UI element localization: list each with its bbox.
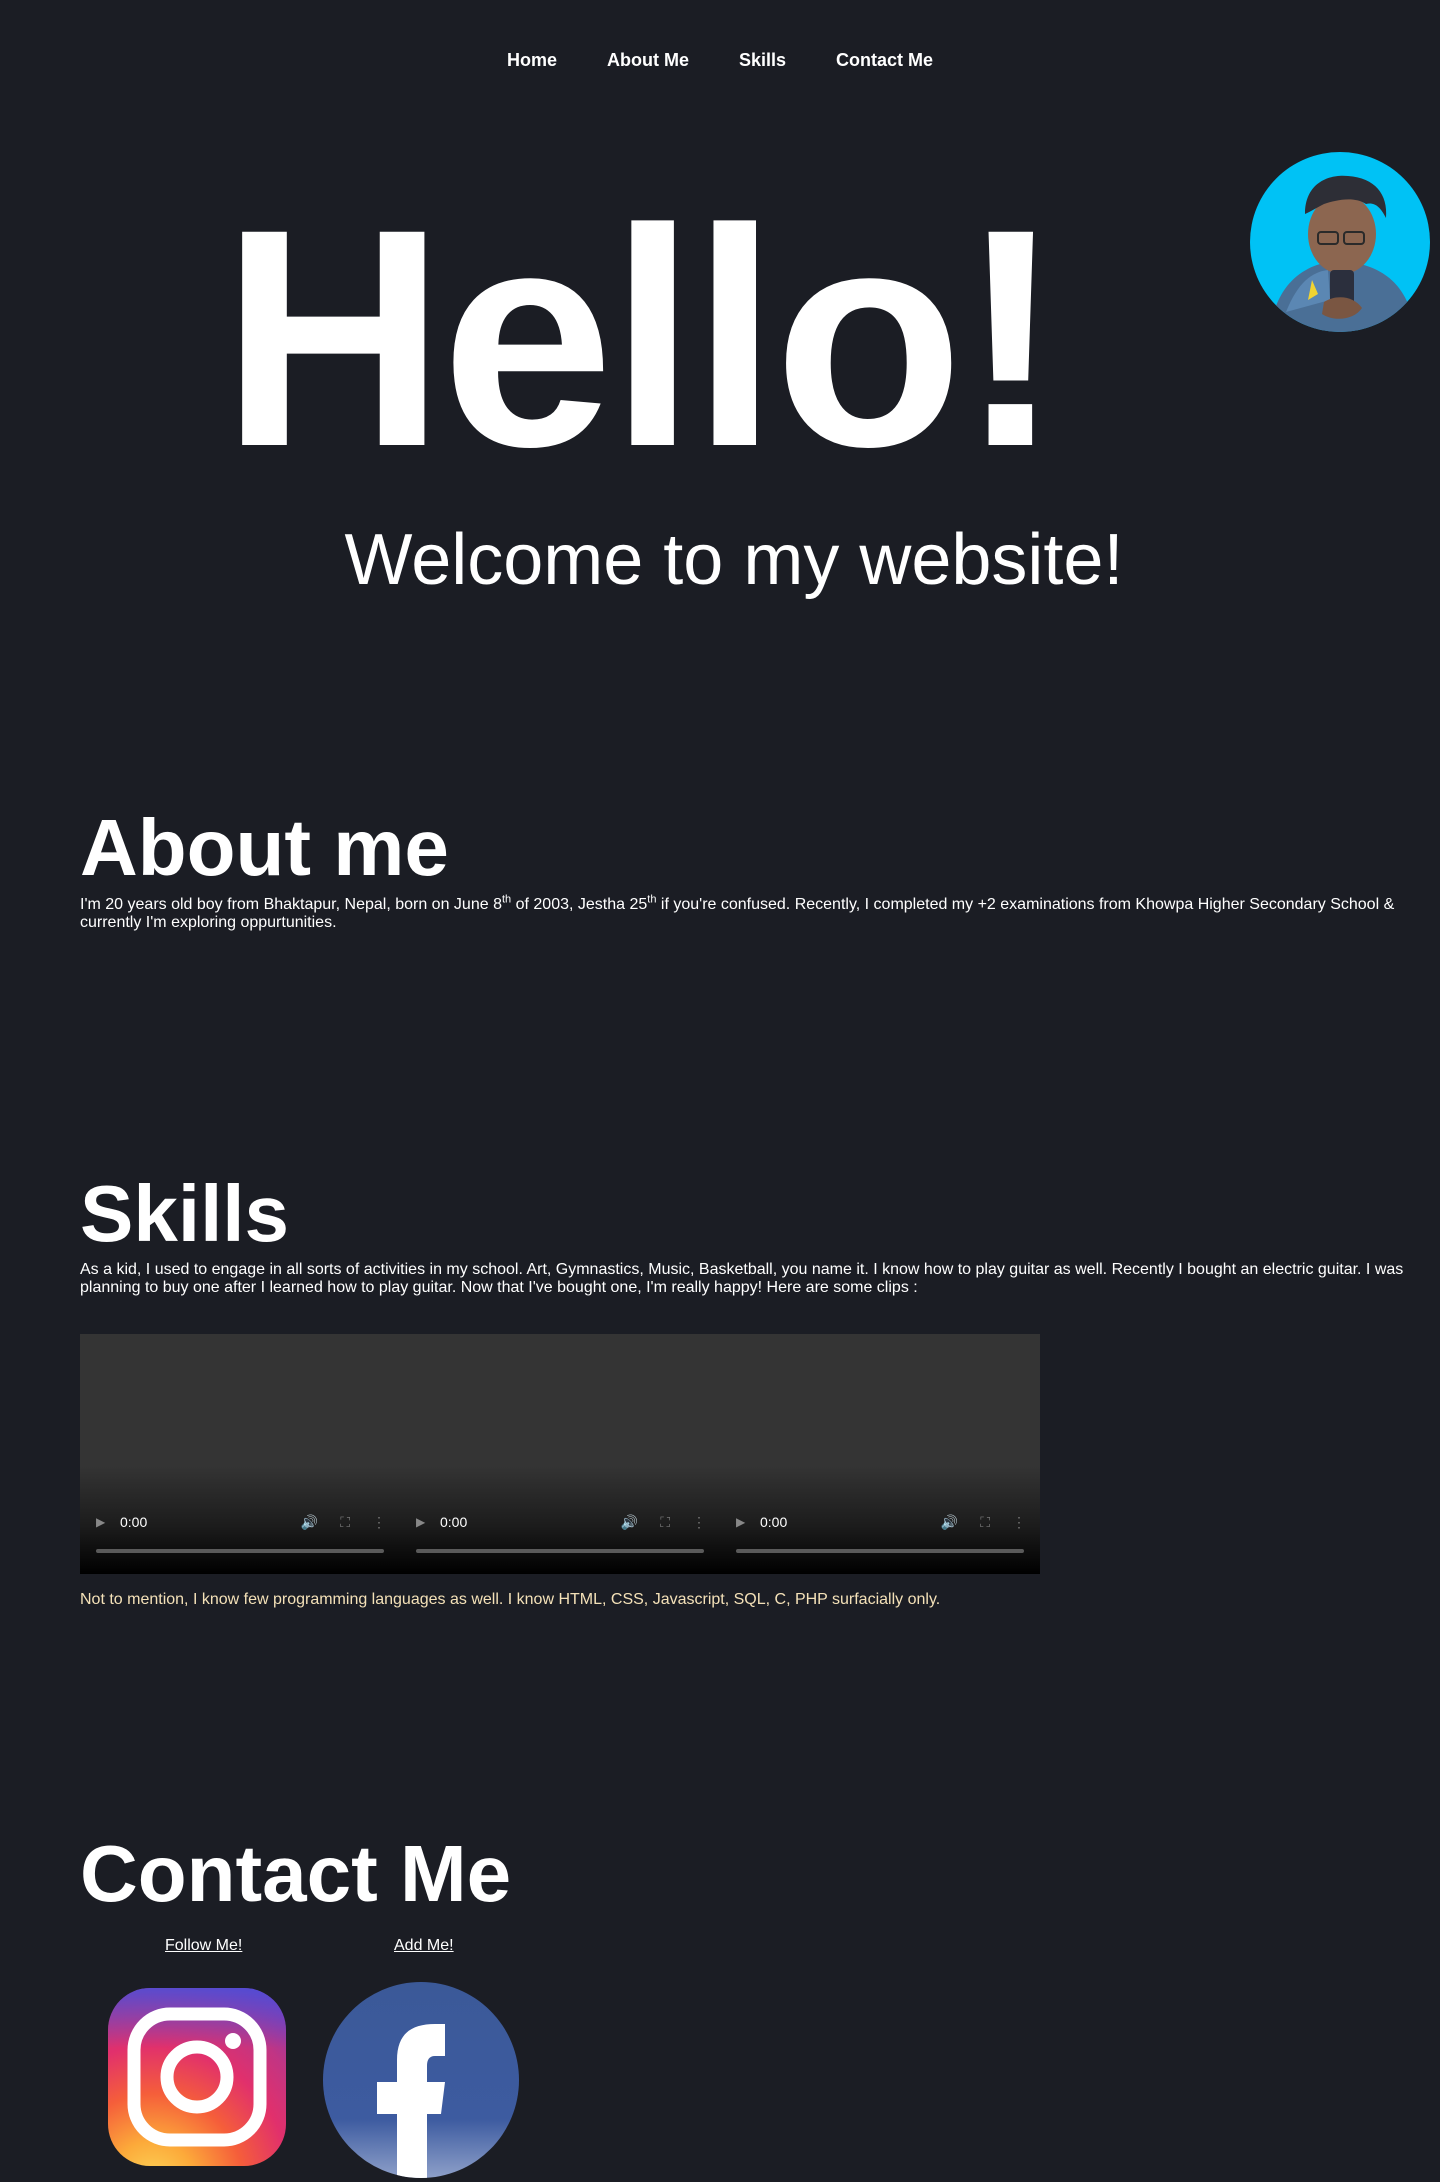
instagram-link-wrap: Follow Me!: [165, 1937, 242, 1955]
video-player[interactable]: ▶ 0:00 🔊 ⛶ ⋮: [80, 1334, 400, 1574]
facebook-link-wrap: Add Me!: [394, 1937, 454, 1955]
about-title: About me: [80, 803, 449, 892]
hero-title: Hello!: [221, 164, 1062, 511]
play-icon[interactable]: ▶: [416, 1516, 426, 1528]
nav-skills-link[interactable]: Skills: [739, 46, 786, 74]
programming-note: Not to mention, I know few programming l…: [80, 1591, 941, 1608]
video-time: 0:00: [440, 1514, 468, 1530]
facebook-add-link[interactable]: Add Me!: [394, 1937, 454, 1954]
play-icon[interactable]: ▶: [736, 1516, 746, 1528]
video-progress-bar[interactable]: [96, 1549, 384, 1553]
video-progress-bar[interactable]: [736, 1549, 1024, 1553]
skills-paragraph: As a kid, I used to engage in all sorts …: [80, 1261, 1404, 1296]
video-controls: ▶ 0:00 🔊 ⛶ ⋮: [400, 1510, 720, 1534]
nav-about-link[interactable]: About Me: [607, 46, 689, 74]
facebook-icon[interactable]: [323, 1982, 519, 2178]
nav-contact-link[interactable]: Contact Me: [836, 46, 933, 74]
volume-icon[interactable]: 🔊: [301, 1514, 318, 1531]
volume-icon[interactable]: 🔊: [941, 1514, 958, 1531]
video-time: 0:00: [760, 1514, 788, 1530]
more-options-icon[interactable]: ⋮: [372, 1514, 386, 1531]
contact-title: Contact Me: [80, 1829, 512, 1918]
more-options-icon[interactable]: ⋮: [1012, 1514, 1026, 1531]
video-player[interactable]: ▶ 0:00 🔊 ⛶ ⋮: [720, 1334, 1040, 1574]
nav-home-link[interactable]: Home: [507, 46, 557, 74]
video-clips-row: ▶ 0:00 🔊 ⛶ ⋮ ▶ 0:00 🔊 ⛶ ⋮ ▶ 0:00 🔊 ⛶ ⋮: [80, 1334, 1040, 1574]
video-controls: ▶ 0:00 🔊 ⛶ ⋮: [720, 1510, 1040, 1534]
video-controls: ▶ 0:00 🔊 ⛶ ⋮: [80, 1510, 400, 1534]
instagram-follow-link[interactable]: Follow Me!: [165, 1937, 242, 1954]
video-progress-bar[interactable]: [416, 1549, 704, 1553]
fullscreen-icon[interactable]: ⛶: [340, 1514, 350, 1531]
skills-title: Skills: [80, 1169, 290, 1258]
video-player[interactable]: ▶ 0:00 🔊 ⛶ ⋮: [400, 1334, 720, 1574]
fullscreen-icon[interactable]: ⛶: [660, 1514, 670, 1531]
hero-subtitle: Welcome to my website!: [344, 520, 1124, 600]
volume-icon[interactable]: 🔊: [621, 1514, 638, 1531]
more-options-icon[interactable]: ⋮: [692, 1514, 706, 1531]
instagram-glyph-icon: [127, 2007, 267, 2147]
video-time: 0:00: [120, 1514, 148, 1530]
top-nav: Home About Me Skills Contact Me: [0, 46, 1440, 74]
about-paragraph: I'm 20 years old boy from Bhaktapur, Nep…: [80, 893, 1395, 931]
play-icon[interactable]: ▶: [96, 1516, 106, 1528]
instagram-icon[interactable]: [108, 1988, 286, 2166]
fullscreen-icon[interactable]: ⛶: [980, 1514, 990, 1531]
facebook-glyph-icon: [377, 2024, 445, 2178]
